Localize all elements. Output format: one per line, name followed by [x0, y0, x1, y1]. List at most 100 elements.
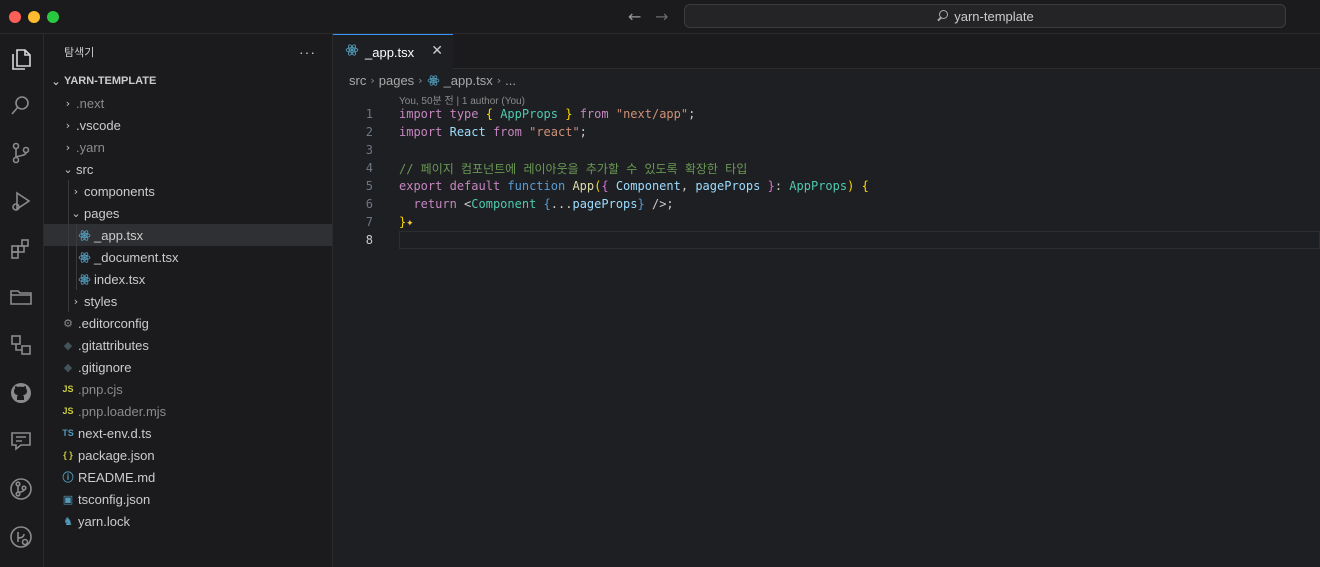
chevron-right-icon: › [65, 140, 71, 154]
tree-item-label: yarn.lock [78, 513, 131, 529]
explorer-icon[interactable] [8, 46, 34, 72]
breadcrumb-item[interactable]: ... [505, 73, 516, 88]
tree-item-label: tsconfig.json [78, 491, 151, 507]
file-item[interactable]: _document.tsx [44, 246, 332, 268]
code-line: 6 return <Component {...pageProps} />; [333, 195, 1320, 213]
git-graph-icon[interactable] [8, 476, 34, 502]
command-center-search[interactable]: yarn-template [684, 4, 1286, 28]
run-debug-icon[interactable] [8, 188, 34, 214]
tab-label: _app.tsx [365, 44, 415, 60]
indent-guide [68, 246, 69, 268]
chevron-down-icon: ⌄ [63, 162, 73, 176]
code-text: // 페이지 컴포넌트에 레이아웃을 추가할 수 있도록 확장한 타입 [399, 161, 748, 176]
indent-guide [76, 268, 77, 290]
sparkle-icon[interactable]: ✦ [406, 215, 413, 229]
git-file-icon: ◆ [63, 339, 73, 352]
code-line: 4 // 페이지 컴포넌트에 레이아웃을 추가할 수 있도록 확장한 타입 [333, 159, 1320, 177]
tree-item-label: pages [84, 205, 120, 221]
code-line: 1 import type { AppProps } from "next/ap… [333, 105, 1320, 123]
tree-item-label: .editorconfig [78, 315, 149, 331]
breadcrumb-item[interactable]: pages [379, 73, 414, 88]
ts-file-icon: TS [62, 428, 74, 438]
code-text: }✦ [399, 215, 414, 229]
activity-bar [0, 34, 44, 567]
tree-item-label: components [84, 183, 155, 199]
json-file-icon: { } [63, 450, 73, 460]
explorer-sidebar: 탐색기 ··· ⌄ YARN-TEMPLATE › .next › .vscode ›.… [44, 34, 333, 567]
file-item[interactable]: ♞ yarn.lock [44, 510, 332, 532]
remote-explorer-icon[interactable] [8, 332, 34, 358]
search-activity-icon[interactable] [8, 92, 34, 118]
folder-item[interactable]: › .next [44, 92, 332, 114]
folder-icon[interactable] [8, 284, 34, 310]
git-history-icon[interactable] [8, 524, 34, 550]
file-item[interactable]: ⚙ .editorconfig [44, 312, 332, 334]
editor-area: _app.tsx ✕ src › pages › _app.tsx › ... … [333, 34, 1320, 567]
explorer-title: 탐색기 [64, 47, 95, 59]
breadcrumb: src › pages › _app.tsx › ... [333, 69, 1320, 91]
maximize-window-button[interactable] [47, 11, 59, 23]
minimize-window-button[interactable] [28, 11, 40, 23]
folder-item[interactable]: ⌄ src [44, 158, 332, 180]
file-tree: › .next › .vscode › .yarn ⌄ src › components ⌄ page… [44, 92, 332, 532]
close-tab-icon[interactable]: ✕ [431, 43, 443, 59]
chevron-right-icon: › [73, 294, 79, 308]
line-number: 5 [365, 179, 373, 193]
file-item[interactable]: { } package.json [44, 444, 332, 466]
search-icon [936, 10, 949, 22]
line-number: 2 [365, 125, 373, 139]
tree-item-label: _app.tsx [94, 227, 144, 243]
file-item[interactable]: JS .pnp.loader.mjs [44, 400, 332, 422]
js-file-icon: JS [62, 406, 74, 416]
code-text: export default function App({ Component,… [399, 179, 869, 193]
source-control-icon[interactable] [8, 140, 34, 166]
github-icon[interactable] [8, 380, 34, 406]
breadcrumb-item[interactable]: src [349, 73, 366, 88]
line-number: 7 [365, 215, 373, 229]
line-number: 4 [365, 161, 373, 175]
react-icon [76, 251, 92, 264]
chevron-right-icon: › [73, 184, 79, 198]
file-item[interactable]: index.tsx [44, 268, 332, 290]
file-item[interactable]: ◆ .gitignore [44, 356, 332, 378]
file-item[interactable]: ⓘ README.md [44, 466, 332, 488]
current-line-highlight [399, 231, 1320, 249]
file-item[interactable]: JS .pnp.cjs [44, 378, 332, 400]
folder-item[interactable]: › styles [44, 290, 332, 312]
comments-icon[interactable] [8, 428, 34, 454]
chevron-down-icon: ⌄ [51, 74, 61, 88]
tree-item-label: src [76, 161, 94, 177]
tree-item-label: styles [84, 293, 118, 309]
indent-guide [76, 246, 77, 268]
extensions-icon[interactable] [8, 236, 34, 262]
title-bar: ← → yarn-template [0, 0, 1320, 34]
folder-item[interactable]: ⌄ pages [44, 202, 332, 224]
tree-item-label: .vscode [76, 117, 121, 133]
tree-item-label: .yarn [76, 139, 105, 155]
project-section-header[interactable]: ⌄ YARN-TEMPLATE [44, 70, 332, 92]
file-item[interactable]: ◆ .gitattributes [44, 334, 332, 356]
indent-guide [68, 224, 69, 246]
file-item[interactable]: _app.tsx [44, 224, 332, 246]
folder-item[interactable]: › components [44, 180, 332, 202]
tab-app-tsx[interactable]: _app.tsx ✕ [333, 34, 453, 69]
code-line: 7 }✦ [333, 213, 1320, 231]
code-line: 3 [333, 141, 1320, 159]
forward-arrow-icon[interactable]: → [655, 7, 668, 26]
more-actions-icon[interactable]: ··· [299, 44, 316, 60]
file-item[interactable]: TS next-env.d.ts [44, 422, 332, 444]
breadcrumb-item[interactable]: _app.tsx [444, 73, 493, 88]
react-icon [76, 229, 92, 242]
tree-item-label: .next [76, 95, 105, 111]
tab-bar: _app.tsx ✕ [333, 34, 1320, 69]
code-text: import type { AppProps } from "next/app"… [399, 107, 696, 121]
indent-guide [68, 268, 69, 290]
back-arrow-icon[interactable]: ← [628, 7, 641, 26]
code-text: return <Component {...pageProps} />; [413, 197, 674, 211]
react-icon [427, 74, 440, 87]
folder-item[interactable]: › .vscode [44, 114, 332, 136]
code-editor[interactable]: 1 import type { AppProps } from "next/ap… [333, 105, 1320, 249]
folder-item[interactable]: › .yarn [44, 136, 332, 158]
close-window-button[interactable] [9, 11, 21, 23]
file-item[interactable]: ▣ tsconfig.json [44, 488, 332, 510]
